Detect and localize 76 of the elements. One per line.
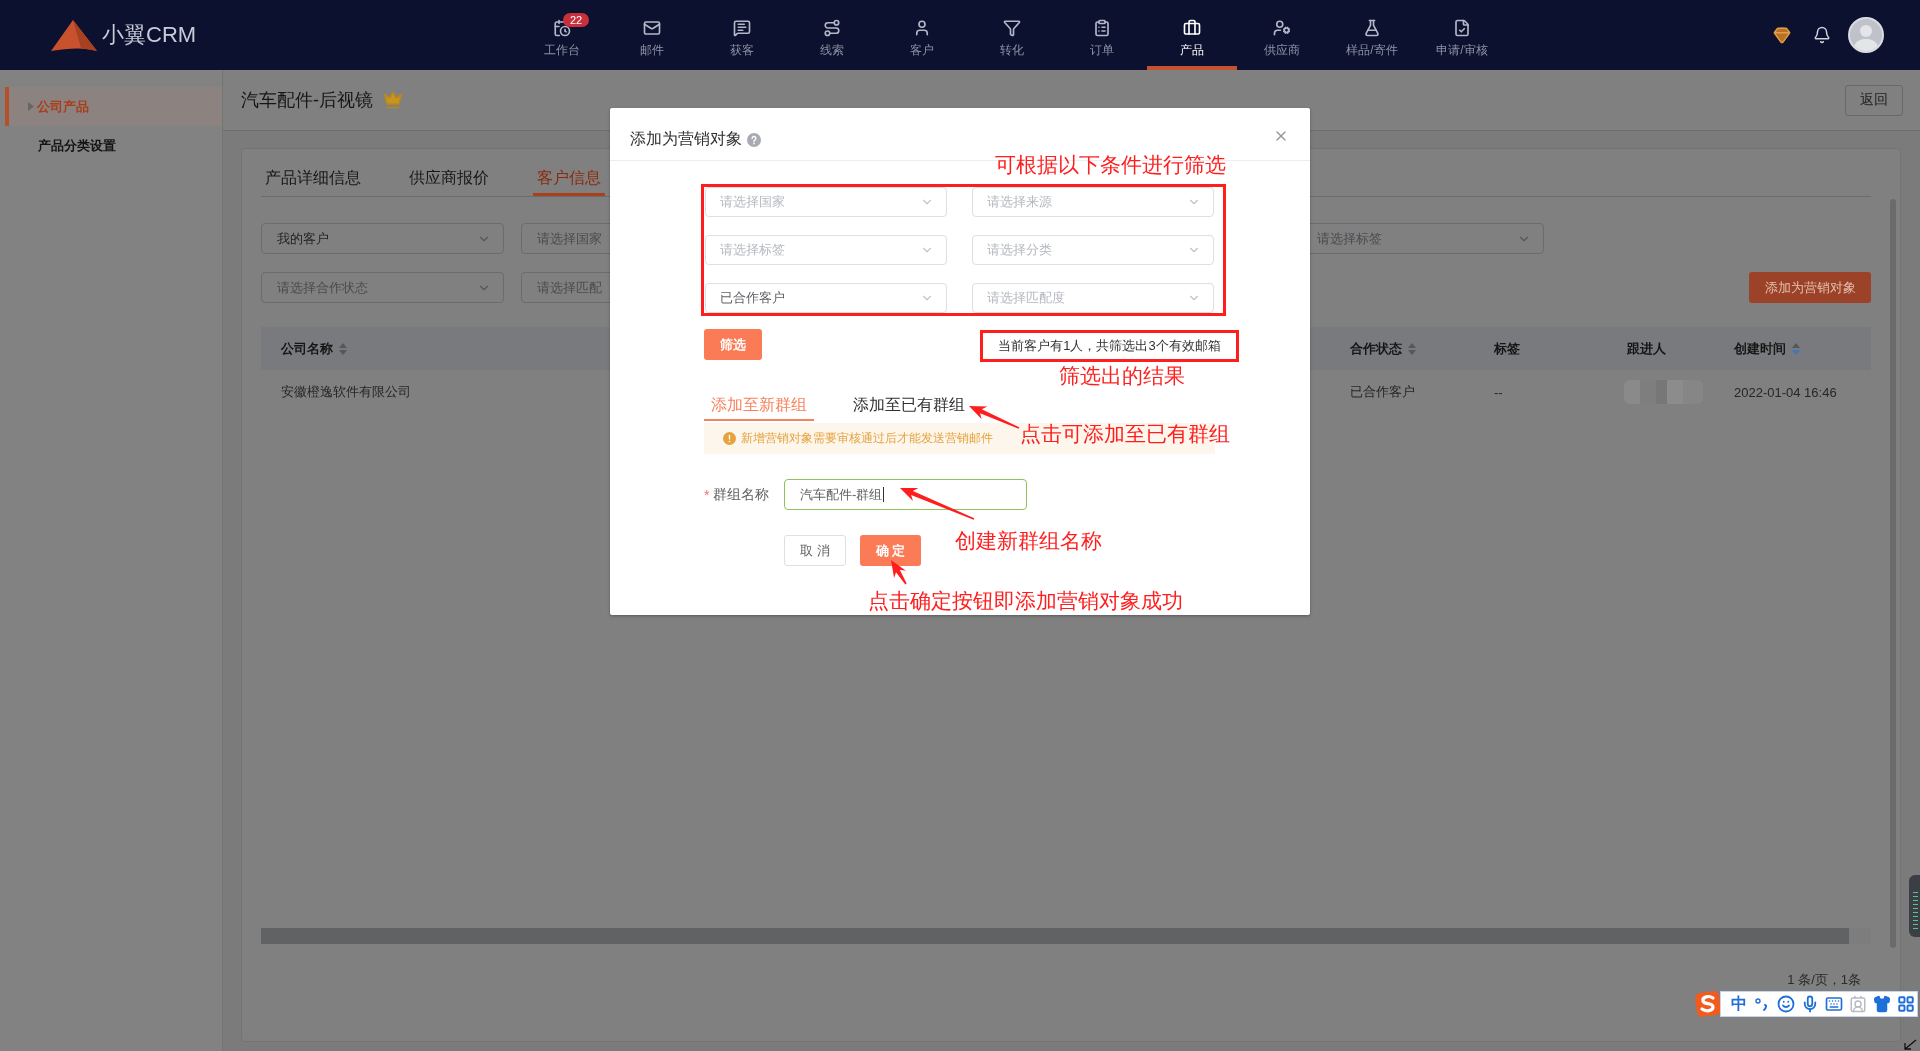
- caret-right-icon: [28, 102, 34, 111]
- annotation-note: 可根据以下条件进行筛选: [995, 153, 1226, 177]
- funnel-icon: [1003, 19, 1021, 37]
- annotation-arrow: [891, 560, 907, 585]
- annotation-note: 创建新群组名称: [955, 530, 1102, 552]
- mail-icon: [643, 19, 661, 37]
- avatar-icon[interactable]: [1848, 17, 1884, 53]
- nav-item[interactable]: 邮件: [607, 0, 697, 70]
- annotation-arrow: [969, 406, 1020, 429]
- nav-item[interactable]: 供应商: [1237, 0, 1327, 70]
- annotation-note: 点击可添加至已有群组: [1020, 423, 1230, 445]
- tab[interactable]: 产品详细信息: [261, 160, 365, 196]
- nav-item[interactable]: 转化: [967, 0, 1057, 70]
- tab[interactable]: 添加至新群组: [704, 389, 814, 421]
- bell-icon[interactable]: [1813, 26, 1831, 44]
- column-header: 合作状态: [1350, 339, 1402, 358]
- result-text: 当前客户有1人，共筛选出3个有效邮箱: [998, 337, 1221, 355]
- table-cell: --: [1494, 384, 1503, 400]
- user-gear-icon: [1273, 19, 1291, 37]
- nav-item[interactable]: 线索: [787, 0, 877, 70]
- tab[interactable]: 供应商报价: [405, 160, 493, 196]
- annotation-note: 点击确定按钮即添加营销对象成功: [868, 590, 1183, 612]
- nav-item[interactable]: 产品: [1147, 0, 1237, 70]
- sidebar-item[interactable]: 产品分类设置: [5, 126, 222, 165]
- nav-item[interactable]: 客户: [877, 0, 967, 70]
- nav-item[interactable]: 22 工作台: [517, 0, 607, 70]
- arrow-icon: [1903, 1039, 1917, 1050]
- calendar-clock-icon: [553, 19, 571, 37]
- page-title: 汽车配件-后视镜: [241, 89, 373, 112]
- back-button[interactable]: 返回: [1845, 84, 1903, 116]
- flask-icon: [1363, 19, 1381, 37]
- table-cell: 2022-01-04 16:46: [1734, 384, 1837, 400]
- user-icon: [913, 19, 931, 37]
- confirm-button[interactable]: 确 定: [860, 535, 921, 566]
- logo-text: 小翼CRM: [102, 21, 197, 49]
- warning-icon: [723, 432, 736, 445]
- clipboard-icon: [1093, 19, 1111, 37]
- nav-item[interactable]: 申请/审核: [1417, 0, 1507, 70]
- chat-icon: [733, 19, 751, 37]
- triangle-logo-icon: [50, 18, 98, 52]
- pagination-summary: 1 条/页，1条: [1787, 972, 1861, 988]
- filter-button[interactable]: 筛选: [704, 329, 762, 360]
- text-cursor: [883, 487, 885, 502]
- keyboard-icon[interactable]: [1825, 995, 1843, 1013]
- briefcase-icon: [1183, 19, 1201, 37]
- column-header: 跟进人: [1627, 339, 1666, 358]
- ime-logo-icon[interactable]: [1694, 989, 1722, 1019]
- mic-icon[interactable]: [1801, 995, 1819, 1013]
- nav-item[interactable]: 获客: [697, 0, 787, 70]
- smile-icon[interactable]: [1777, 995, 1795, 1013]
- grid-icon[interactable]: [1897, 995, 1915, 1013]
- group-name-input[interactable]: 汽车配件-群组: [784, 479, 1027, 510]
- required-mark: *: [704, 486, 710, 503]
- input-mode-toggle[interactable]: 中: [1731, 995, 1747, 1013]
- add-marketing-button[interactable]: 添加为营销对象: [1749, 272, 1871, 303]
- cancel-button[interactable]: 取 消: [784, 535, 846, 566]
- column-header: 创建时间: [1734, 339, 1786, 358]
- dialog-title: 添加为营销对象: [630, 129, 742, 149]
- shirt-icon[interactable]: [1873, 995, 1891, 1013]
- dropdown[interactable]: 已合作客户: [705, 283, 947, 313]
- nav-item[interactable]: 样品/寄件: [1327, 0, 1417, 70]
- route-icon: [823, 19, 841, 37]
- tab[interactable]: 添加至已有群组: [846, 389, 972, 421]
- crown-icon: [383, 90, 403, 110]
- table-cell: 已合作客户: [1350, 383, 1415, 401]
- column-header: 公司名称: [281, 339, 333, 358]
- form-label: 群组名称: [713, 485, 770, 504]
- file-check-icon: [1453, 19, 1471, 37]
- nav-item[interactable]: 订单: [1057, 0, 1147, 70]
- table-cell: 安徽橙逸软件有限公司: [281, 383, 411, 401]
- dropdown[interactable]: 我的客户: [261, 223, 504, 254]
- gem-icon[interactable]: [1773, 26, 1791, 44]
- warning-text: 新增营销对象需要审核通过后才能发送营销邮件: [741, 430, 993, 447]
- count-badge: 22: [563, 13, 589, 27]
- column-header: 标签: [1494, 339, 1520, 358]
- annotation-note: 筛选出的结果: [1058, 365, 1185, 387]
